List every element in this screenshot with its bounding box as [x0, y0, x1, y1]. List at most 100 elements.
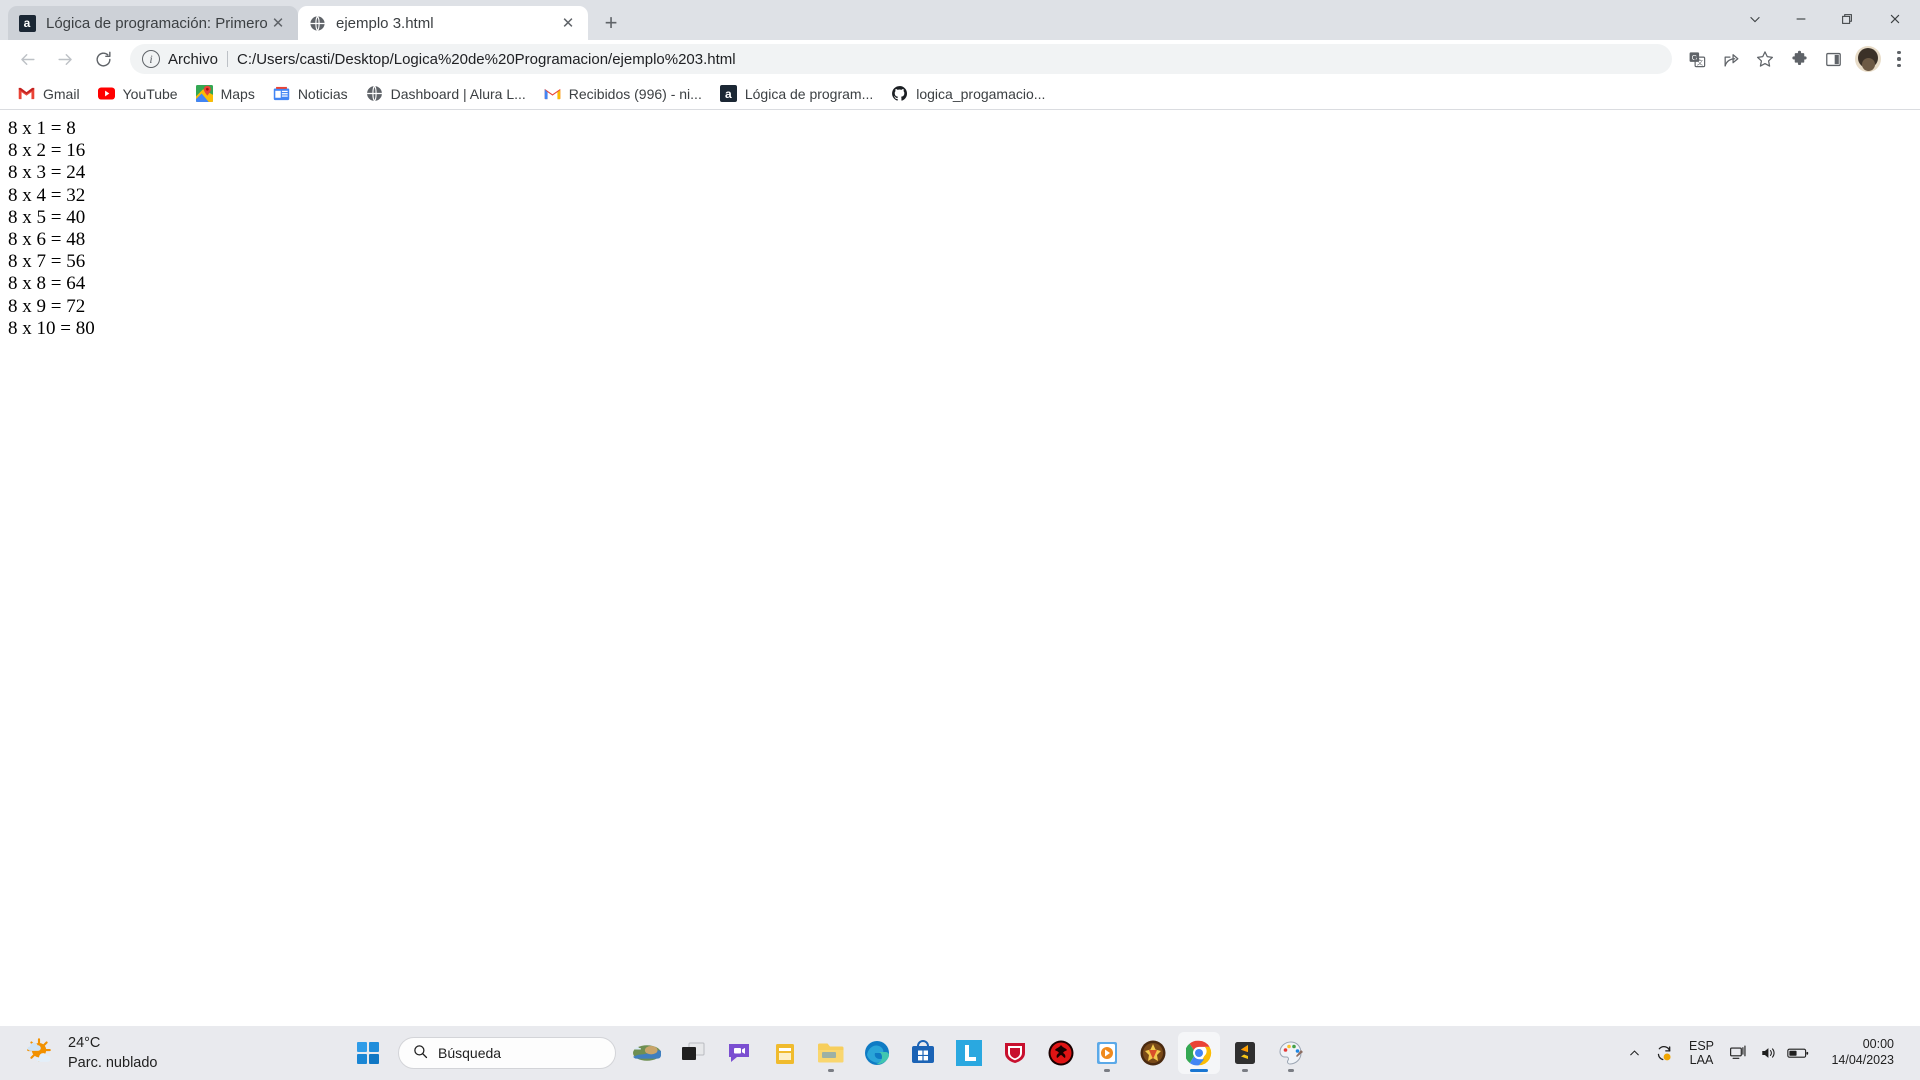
volume-icon[interactable]	[1754, 1037, 1782, 1069]
taskbar-search-input[interactable]: Búsqueda	[398, 1037, 616, 1069]
letter-l-icon	[955, 1039, 983, 1067]
chrome-icon	[1185, 1039, 1213, 1067]
address-bar[interactable]: i Archivo C:/Users/casti/Desktop/Logica%…	[130, 44, 1672, 74]
share-icon[interactable]	[1716, 44, 1746, 74]
edge-icon	[863, 1039, 891, 1067]
taskbar-app-media-player[interactable]	[1086, 1032, 1128, 1074]
battery-icon[interactable]	[1784, 1037, 1812, 1069]
multiplication-line: 8 x 8 = 64	[8, 273, 86, 295]
taskbar-app-chrome[interactable]	[1178, 1032, 1220, 1074]
taskbar-app-crossfire-red[interactable]	[1040, 1032, 1082, 1074]
taskbar-app-edge[interactable]	[856, 1032, 898, 1074]
taskbar-app-store-yellow[interactable]	[764, 1032, 806, 1074]
reload-icon[interactable]	[87, 43, 119, 75]
partly-cloudy-icon	[22, 1036, 56, 1071]
search-icon	[413, 1044, 428, 1062]
alura-icon: a	[719, 85, 737, 102]
taskbar-app-crossfire[interactable]	[1132, 1032, 1174, 1074]
multiplication-line: 8 x 4 = 32	[8, 184, 86, 206]
extensions-puzzle-icon[interactable]	[1784, 44, 1814, 74]
profile-avatar[interactable]	[1855, 46, 1881, 72]
windows-taskbar: 24°C Parc. nublado Búsqueda ESP LAA 00:0…	[0, 1026, 1920, 1080]
taskbar-app-task-view[interactable]	[672, 1032, 714, 1074]
page-viewport: 8 x 1 = 8 8 x 2 = 16 8 x 3 = 24 8 x 4 = …	[0, 110, 1920, 1026]
taskbar-app-file-explorer[interactable]	[810, 1032, 852, 1074]
gmail-icon	[544, 85, 561, 102]
language-line-2: LAA	[1689, 1053, 1714, 1067]
language-indicator[interactable]: ESP LAA	[1681, 1039, 1722, 1067]
running-indicator	[1288, 1069, 1294, 1072]
system-tray: ESP LAA 00:00 14/04/2023	[1621, 1037, 1920, 1069]
multiplication-line: 8 x 1 = 8	[8, 118, 76, 139]
multiplication-line: 8 x 9 = 72	[8, 295, 86, 317]
new-tab-button[interactable]: +	[594, 6, 628, 40]
tab-close-icon[interactable]: ✕	[268, 13, 288, 33]
bookmark-star-icon[interactable]	[1750, 44, 1780, 74]
github-icon	[891, 85, 908, 102]
forward-arrow-icon[interactable]	[49, 43, 81, 75]
youtube-icon	[97, 85, 115, 102]
taskbar-app-linio[interactable]	[948, 1032, 990, 1074]
windows-logo-icon	[357, 1042, 379, 1064]
tab-strip: a Lógica de programación: Primero ✕ ejem…	[0, 0, 1920, 40]
globe-icon	[308, 14, 326, 32]
tab-close-icon[interactable]: ✕	[558, 13, 578, 33]
tab-title: ejemplo 3.html	[336, 14, 434, 32]
weather-thumb-icon	[633, 1039, 661, 1067]
chrome-menu-icon[interactable]	[1886, 44, 1912, 74]
multiplication-line: 8 x 3 = 24	[8, 162, 86, 184]
tab-search-chevron-down-icon[interactable]	[1732, 0, 1778, 38]
bookmark-label: Maps	[220, 85, 255, 102]
restore-icon[interactable]	[1824, 0, 1870, 38]
browser-toolbar: i Archivo C:/Users/casti/Desktop/Logica%…	[0, 40, 1920, 78]
bookmark-github-logica[interactable]: logica_progamacio...	[883, 81, 1053, 107]
taskbar-app-widgets-weather[interactable]	[626, 1032, 668, 1074]
back-arrow-icon[interactable]	[11, 43, 43, 75]
bookmark-recibidos[interactable]: Recibidos (996) - ni...	[536, 81, 710, 107]
sync-icon[interactable]	[1651, 1037, 1679, 1069]
taskbar-app-sublime-text[interactable]	[1224, 1032, 1266, 1074]
bookmark-label: Noticias	[297, 85, 348, 102]
omnibox-url-text: C:/Users/casti/Desktop/Logica%20de%20Pro…	[237, 50, 736, 68]
bookmark-logica-programacion[interactable]: a Lógica de program...	[712, 81, 881, 107]
taskbar-app-microsoft-store[interactable]	[902, 1032, 944, 1074]
taskbar-app-chat[interactable]	[718, 1032, 760, 1074]
site-info-icon[interactable]: i	[142, 50, 160, 68]
alura-icon: a	[18, 14, 36, 32]
bookmark-gmail[interactable]: Gmail	[10, 81, 88, 107]
paint-icon	[1277, 1039, 1305, 1067]
bookmark-label: logica_progamacio...	[916, 85, 1046, 102]
google-maps-icon	[195, 85, 213, 102]
browser-tab-1[interactable]: a Lógica de programación: Primero ✕	[8, 6, 298, 40]
side-panel-icon[interactable]	[1818, 44, 1848, 74]
omnibox-divider	[227, 51, 229, 67]
media-player-icon	[1093, 1039, 1121, 1067]
omnibox-scheme-label: Archivo	[168, 50, 219, 68]
translate-icon[interactable]: G 文	[1682, 44, 1712, 74]
multiplication-line: 8 x 6 = 48	[8, 229, 86, 251]
network-icon[interactable]	[1724, 1037, 1752, 1069]
bookmarks-bar: Gmail YouTube Maps Noticias Dashboard | …	[0, 78, 1920, 110]
taskbar-clock[interactable]: 00:00 14/04/2023	[1814, 1037, 1906, 1068]
browser-tab-2[interactable]: ejemplo 3.html ✕	[298, 6, 588, 40]
taskbar-center-group: Búsqueda	[348, 1032, 1621, 1074]
store-icon	[909, 1039, 937, 1067]
close-icon[interactable]	[1870, 0, 1920, 38]
chrome-browser-window: a Lógica de programación: Primero ✕ ejem…	[0, 0, 1920, 1026]
sublime-icon	[1231, 1039, 1259, 1067]
taskbar-app-paint[interactable]	[1270, 1032, 1312, 1074]
bookmark-noticias[interactable]: Noticias	[265, 81, 356, 107]
weather-condition: Parc. nublado	[68, 1055, 158, 1071]
minimize-icon[interactable]	[1778, 0, 1824, 38]
globe-icon	[366, 85, 383, 102]
bookmark-maps[interactable]: Maps	[188, 81, 263, 107]
bookmark-youtube[interactable]: YouTube	[90, 81, 186, 107]
multiplication-line: 8 x 7 = 56	[8, 251, 86, 273]
weather-temperature: 24°C	[68, 1035, 101, 1051]
tray-overflow-chevron-up-icon[interactable]	[1621, 1037, 1649, 1069]
taskbar-weather-widget[interactable]: 24°C Parc. nublado	[0, 1033, 330, 1073]
taskbar-app-mcafee[interactable]	[994, 1032, 1036, 1074]
bookmark-label: Dashboard | Alura L...	[390, 85, 526, 102]
start-button[interactable]	[348, 1033, 388, 1073]
bookmark-dashboard-alura[interactable]: Dashboard | Alura L...	[358, 81, 534, 107]
